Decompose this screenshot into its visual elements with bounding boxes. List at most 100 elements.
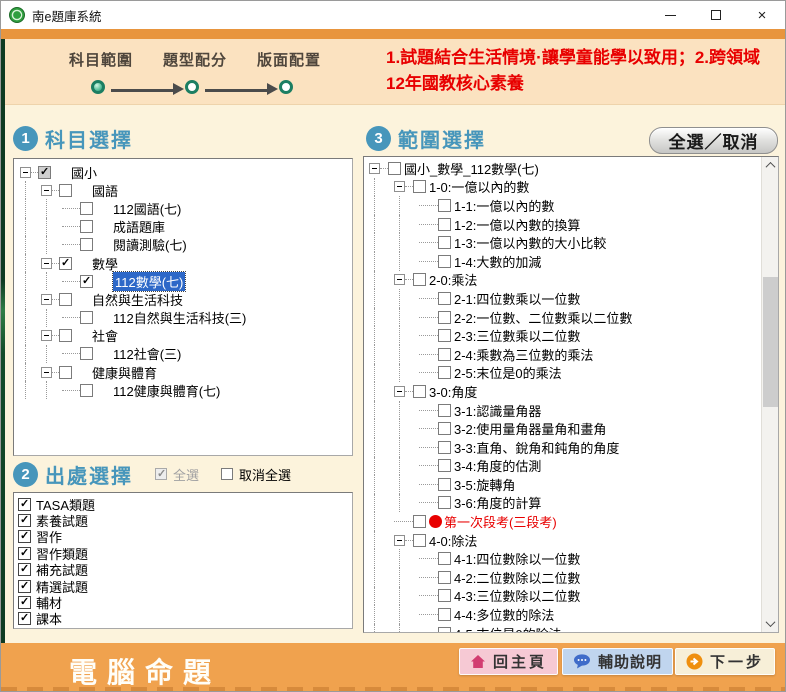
- collapse-toggle-icon[interactable]: [41, 294, 52, 305]
- collapse-toggle-icon[interactable]: [41, 185, 52, 196]
- tree-node[interactable]: 3-5:旋轉角: [364, 475, 761, 494]
- scroll-down-button[interactable]: [762, 615, 779, 632]
- checkbox[interactable]: [18, 563, 31, 576]
- collapse-toggle-icon[interactable]: [394, 386, 405, 397]
- tree-node[interactable]: 國小: [14, 163, 352, 181]
- tree-node-label[interactable]: 1-2:一億以內數的換算: [454, 215, 580, 234]
- deselect-all-option[interactable]: 取消全選: [221, 465, 291, 484]
- checkbox[interactable]: [18, 547, 31, 560]
- tree-node[interactable]: 112社會(三): [14, 345, 352, 363]
- collapse-toggle-icon[interactable]: [394, 535, 405, 546]
- tree-node[interactable]: 1-0:一億以內的數: [364, 178, 761, 197]
- tree-node-label[interactable]: 國語: [92, 181, 118, 200]
- list-item[interactable]: 輔材: [14, 594, 352, 610]
- tree-node[interactable]: 3-2:使用量角器量角和畫角: [364, 419, 761, 438]
- tree-node[interactable]: 112數學(七): [14, 272, 352, 290]
- checkbox[interactable]: [80, 384, 93, 397]
- list-item[interactable]: TASA類題: [14, 496, 352, 512]
- tree-node[interactable]: 2-1:四位數乘以一位數: [364, 289, 761, 308]
- checkbox[interactable]: [80, 275, 93, 288]
- tree-node[interactable]: 4-1:四位數除以一位數: [364, 549, 761, 568]
- checkbox[interactable]: [59, 366, 72, 379]
- tree-node[interactable]: 2-3:三位數乘以二位數: [364, 326, 761, 345]
- tree-node-label[interactable]: 3-1:認識量角器: [454, 401, 541, 420]
- source-list[interactable]: TASA類題素養試題習作習作類題補充試題精選試題輔材課本: [13, 492, 353, 629]
- tree-node[interactable]: 1-1:一億以內的數: [364, 196, 761, 215]
- tree-node[interactable]: 數學: [14, 254, 352, 272]
- tree-node-label[interactable]: 3-3:直角、銳角和鈍角的角度: [454, 438, 619, 457]
- checkbox[interactable]: [438, 608, 451, 621]
- close-button[interactable]: ×: [739, 1, 785, 29]
- tree-node-label[interactable]: 112社會(三): [113, 344, 181, 363]
- next-step-button[interactable]: 下一步: [675, 648, 775, 675]
- tree-node-label[interactable]: 3-0:角度: [429, 382, 477, 401]
- collapse-toggle-icon[interactable]: [394, 181, 405, 192]
- tree-node-label[interactable]: 4-4:多位數的除法: [454, 605, 554, 624]
- tree-node-label[interactable]: 3-4:角度的估測: [454, 456, 541, 475]
- checkbox[interactable]: [80, 238, 93, 251]
- tree-node-label[interactable]: 2-2:一位數、二位數乘以二位數: [454, 308, 632, 327]
- tree-node-label[interactable]: 3-5:旋轉角: [454, 475, 515, 494]
- tree-node[interactable]: 2-0:乘法: [364, 271, 761, 290]
- checkbox[interactable]: [438, 441, 451, 454]
- checkbox[interactable]: [59, 293, 72, 306]
- tree-node-label[interactable]: 2-0:乘法: [429, 270, 477, 289]
- tree-node-label[interactable]: 第一次段考(三段考): [444, 512, 557, 531]
- range-tree[interactable]: 國小_數學_112數學(七)1-0:一億以內的數1-1:一億以內的數1-2:一億…: [364, 157, 761, 632]
- checkbox[interactable]: [80, 220, 93, 233]
- deselect-all-checkbox[interactable]: [221, 468, 233, 480]
- checkbox[interactable]: [38, 166, 51, 179]
- tree-node[interactable]: 3-3:直角、銳角和鈍角的角度: [364, 438, 761, 457]
- checkbox[interactable]: [59, 184, 72, 197]
- home-button[interactable]: 回主頁: [459, 648, 558, 675]
- list-item[interactable]: 課本: [14, 611, 352, 627]
- subject-tree[interactable]: 國小國語112國語(七)成語題庫閱讀測驗(七)數學112數學(七)自然與生活科技…: [13, 158, 353, 456]
- checkbox[interactable]: [388, 162, 401, 175]
- checkbox[interactable]: [438, 366, 451, 379]
- checkbox[interactable]: [438, 478, 451, 491]
- tree-node[interactable]: 3-4:角度的估測: [364, 457, 761, 476]
- tree-node-label[interactable]: 3-6:角度的計算: [454, 493, 541, 512]
- tree-node[interactable]: 1-3:一億以內數的大小比較: [364, 233, 761, 252]
- tree-node-label[interactable]: 成語題庫: [113, 217, 165, 236]
- checkbox[interactable]: [438, 404, 451, 417]
- tree-node[interactable]: 成語題庫: [14, 218, 352, 236]
- tree-node[interactable]: 社會: [14, 327, 352, 345]
- checkbox[interactable]: [438, 255, 451, 268]
- tree-node[interactable]: 112自然與生活科技(三): [14, 309, 352, 327]
- tree-node-label[interactable]: 2-1:四位數乘以一位數: [454, 289, 580, 308]
- tree-node[interactable]: 4-5:末位是0的除法: [364, 624, 761, 632]
- tree-node-label[interactable]: 社會: [92, 326, 118, 345]
- tree-node-label[interactable]: 2-4:乘數為三位數的乘法: [454, 345, 593, 364]
- checkbox[interactable]: [59, 329, 72, 342]
- tree-node[interactable]: 4-3:三位數除以二位數: [364, 587, 761, 606]
- checkbox[interactable]: [413, 515, 426, 528]
- tree-node-label[interactable]: 1-3:一億以內數的大小比較: [454, 233, 606, 252]
- checkbox[interactable]: [438, 292, 451, 305]
- collapse-toggle-icon[interactable]: [41, 258, 52, 269]
- tree-node[interactable]: 3-1:認識量角器: [364, 401, 761, 420]
- checkbox[interactable]: [18, 514, 31, 527]
- collapse-toggle-icon[interactable]: [20, 167, 31, 178]
- checkbox[interactable]: [413, 180, 426, 193]
- checkbox[interactable]: [438, 552, 451, 565]
- tree-node[interactable]: 健康與體育: [14, 363, 352, 381]
- checkbox[interactable]: [413, 534, 426, 547]
- tree-node-label[interactable]: 112數學(七): [113, 272, 185, 291]
- tree-node-label[interactable]: 自然與生活科技: [92, 290, 183, 309]
- tree-node[interactable]: 國語: [14, 181, 352, 199]
- tree-node[interactable]: 閱讀測驗(七): [14, 236, 352, 254]
- checkbox[interactable]: [438, 311, 451, 324]
- tree-node[interactable]: 4-4:多位數的除法: [364, 605, 761, 624]
- tree-node-label[interactable]: 4-0:除法: [429, 531, 477, 550]
- checkbox[interactable]: [438, 422, 451, 435]
- tree-node[interactable]: 自然與生活科技: [14, 290, 352, 308]
- tree-node-label[interactable]: 1-4:大數的加減: [454, 252, 541, 271]
- tree-node-label[interactable]: 2-5:末位是0的乘法: [454, 363, 562, 382]
- checkbox[interactable]: [413, 385, 426, 398]
- checkbox[interactable]: [438, 199, 451, 212]
- checkbox[interactable]: [18, 612, 31, 625]
- scrollbar-thumb[interactable]: [763, 277, 778, 407]
- checkbox[interactable]: [18, 580, 31, 593]
- tree-node-label[interactable]: 國小: [71, 163, 97, 182]
